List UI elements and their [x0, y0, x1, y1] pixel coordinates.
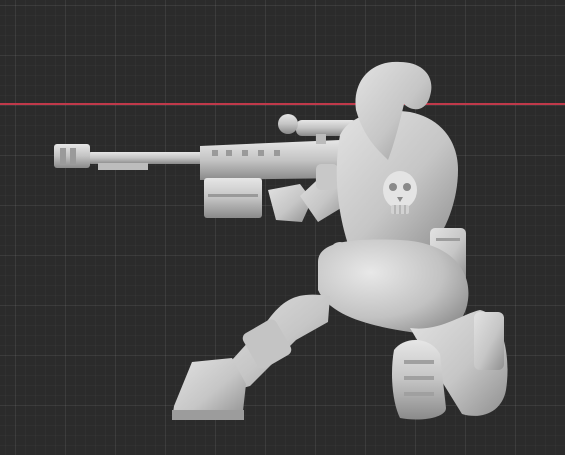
- hips: [318, 239, 469, 334]
- 3d-viewport[interactable]: [0, 0, 565, 455]
- sniper-miniature-model[interactable]: [0, 0, 565, 455]
